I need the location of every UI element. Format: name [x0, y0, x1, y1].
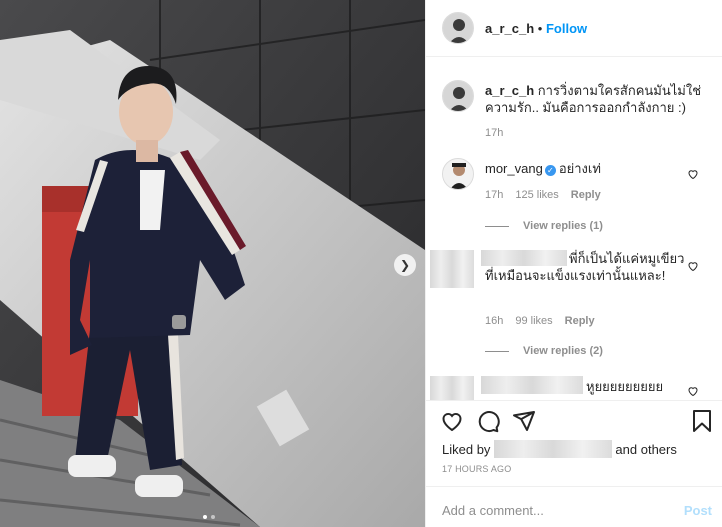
comment-2-reply-button[interactable]: Reply — [565, 315, 595, 327]
comment-1-text: อย่างเท่ — [558, 161, 601, 176]
comment-3-text: หูยยยยยยยยย — [586, 379, 664, 394]
follow-button[interactable]: Follow — [546, 21, 587, 36]
comment-icon[interactable] — [476, 409, 500, 433]
caption-time: 17h — [485, 127, 504, 139]
comment-like-icon[interactable] — [687, 385, 699, 397]
photo-image — [0, 0, 425, 527]
liked-by-user-blurred[interactable] — [494, 440, 613, 458]
liked-by: Liked by and others — [442, 440, 677, 458]
caption-username[interactable]: a_r_c_h — [485, 83, 534, 98]
comment-3-username-blurred[interactable] — [481, 376, 583, 394]
post-button[interactable]: Post — [684, 503, 712, 518]
verified-badge-icon: ✓ — [544, 165, 556, 176]
comment-1-reply-button[interactable]: Reply — [571, 189, 601, 201]
view-replies-label: View replies (2) — [523, 345, 603, 357]
next-slide-button[interactable]: ❯ — [394, 254, 416, 276]
caption: a_r_c_h การวิ่งตามใครสักคนมันไม่ใช่ความร… — [485, 82, 705, 116]
comment-divider — [426, 486, 722, 487]
carousel-dot-active — [203, 515, 207, 519]
comment-1-username[interactable]: mor_vang — [485, 161, 543, 176]
comment-2-text: พี่ก็เป็นได้แค่หมูเขียวที่เหมือนจะแข็งแร… — [485, 251, 685, 283]
caption-avatar[interactable] — [442, 80, 474, 112]
comment-2-view-replies[interactable]: View replies (2) — [485, 345, 603, 357]
comment-2: พี่ก็เป็นได้แค่หมูเขียวที่เหมือนจะแข็งแร… — [485, 250, 685, 284]
header-bullet: • — [537, 21, 543, 36]
view-replies-label: View replies (1) — [523, 220, 603, 232]
comment-2-likes[interactable]: 99 likes — [515, 315, 552, 327]
comment-input[interactable]: Add a comment... — [442, 503, 544, 518]
post-panel: a_r_c_h • Follow a_r_c_h การวิ่งตามใครสั… — [425, 0, 722, 527]
liked-by-suffix[interactable]: and others — [615, 442, 676, 457]
comment-1-time: 17h — [485, 189, 504, 201]
chevron-right-icon: ❯ — [399, 258, 411, 272]
carousel-dot — [211, 515, 215, 519]
share-icon[interactable] — [512, 409, 536, 433]
comment-1: mor_vang ✓ อย่างเท่ — [485, 160, 695, 177]
replies-line — [485, 350, 509, 352]
comment-1-view-replies[interactable]: View replies (1) — [485, 220, 603, 232]
header-username[interactable]: a_r_c_h — [485, 21, 534, 36]
bookmark-icon[interactable] — [690, 409, 714, 433]
comment-like-icon[interactable] — [687, 168, 699, 180]
comment-1-meta: 17h 125 likes Reply — [485, 189, 613, 201]
post-time-ago[interactable]: 17 HOURS AGO — [442, 464, 511, 474]
comment-2-time: 16h — [485, 315, 504, 327]
comment-avatar-blurred[interactable] — [430, 250, 474, 288]
avatar[interactable] — [442, 12, 474, 44]
comment-1-likes[interactable]: 125 likes — [515, 189, 558, 201]
liked-by-prefix: Liked by — [442, 441, 491, 457]
post-header: a_r_c_h • Follow — [426, 0, 722, 57]
comment-avatar-blurred[interactable] — [430, 376, 474, 400]
replies-line — [485, 225, 509, 227]
carousel-dots — [203, 515, 215, 519]
heart-icon[interactable] — [440, 409, 464, 433]
post-photo[interactable]: ❯ — [0, 0, 425, 527]
actions-divider — [426, 400, 722, 401]
comment-avatar[interactable] — [442, 158, 474, 190]
comment-2-meta: 16h 99 likes Reply — [485, 315, 607, 327]
comment-like-icon[interactable] — [687, 260, 699, 272]
